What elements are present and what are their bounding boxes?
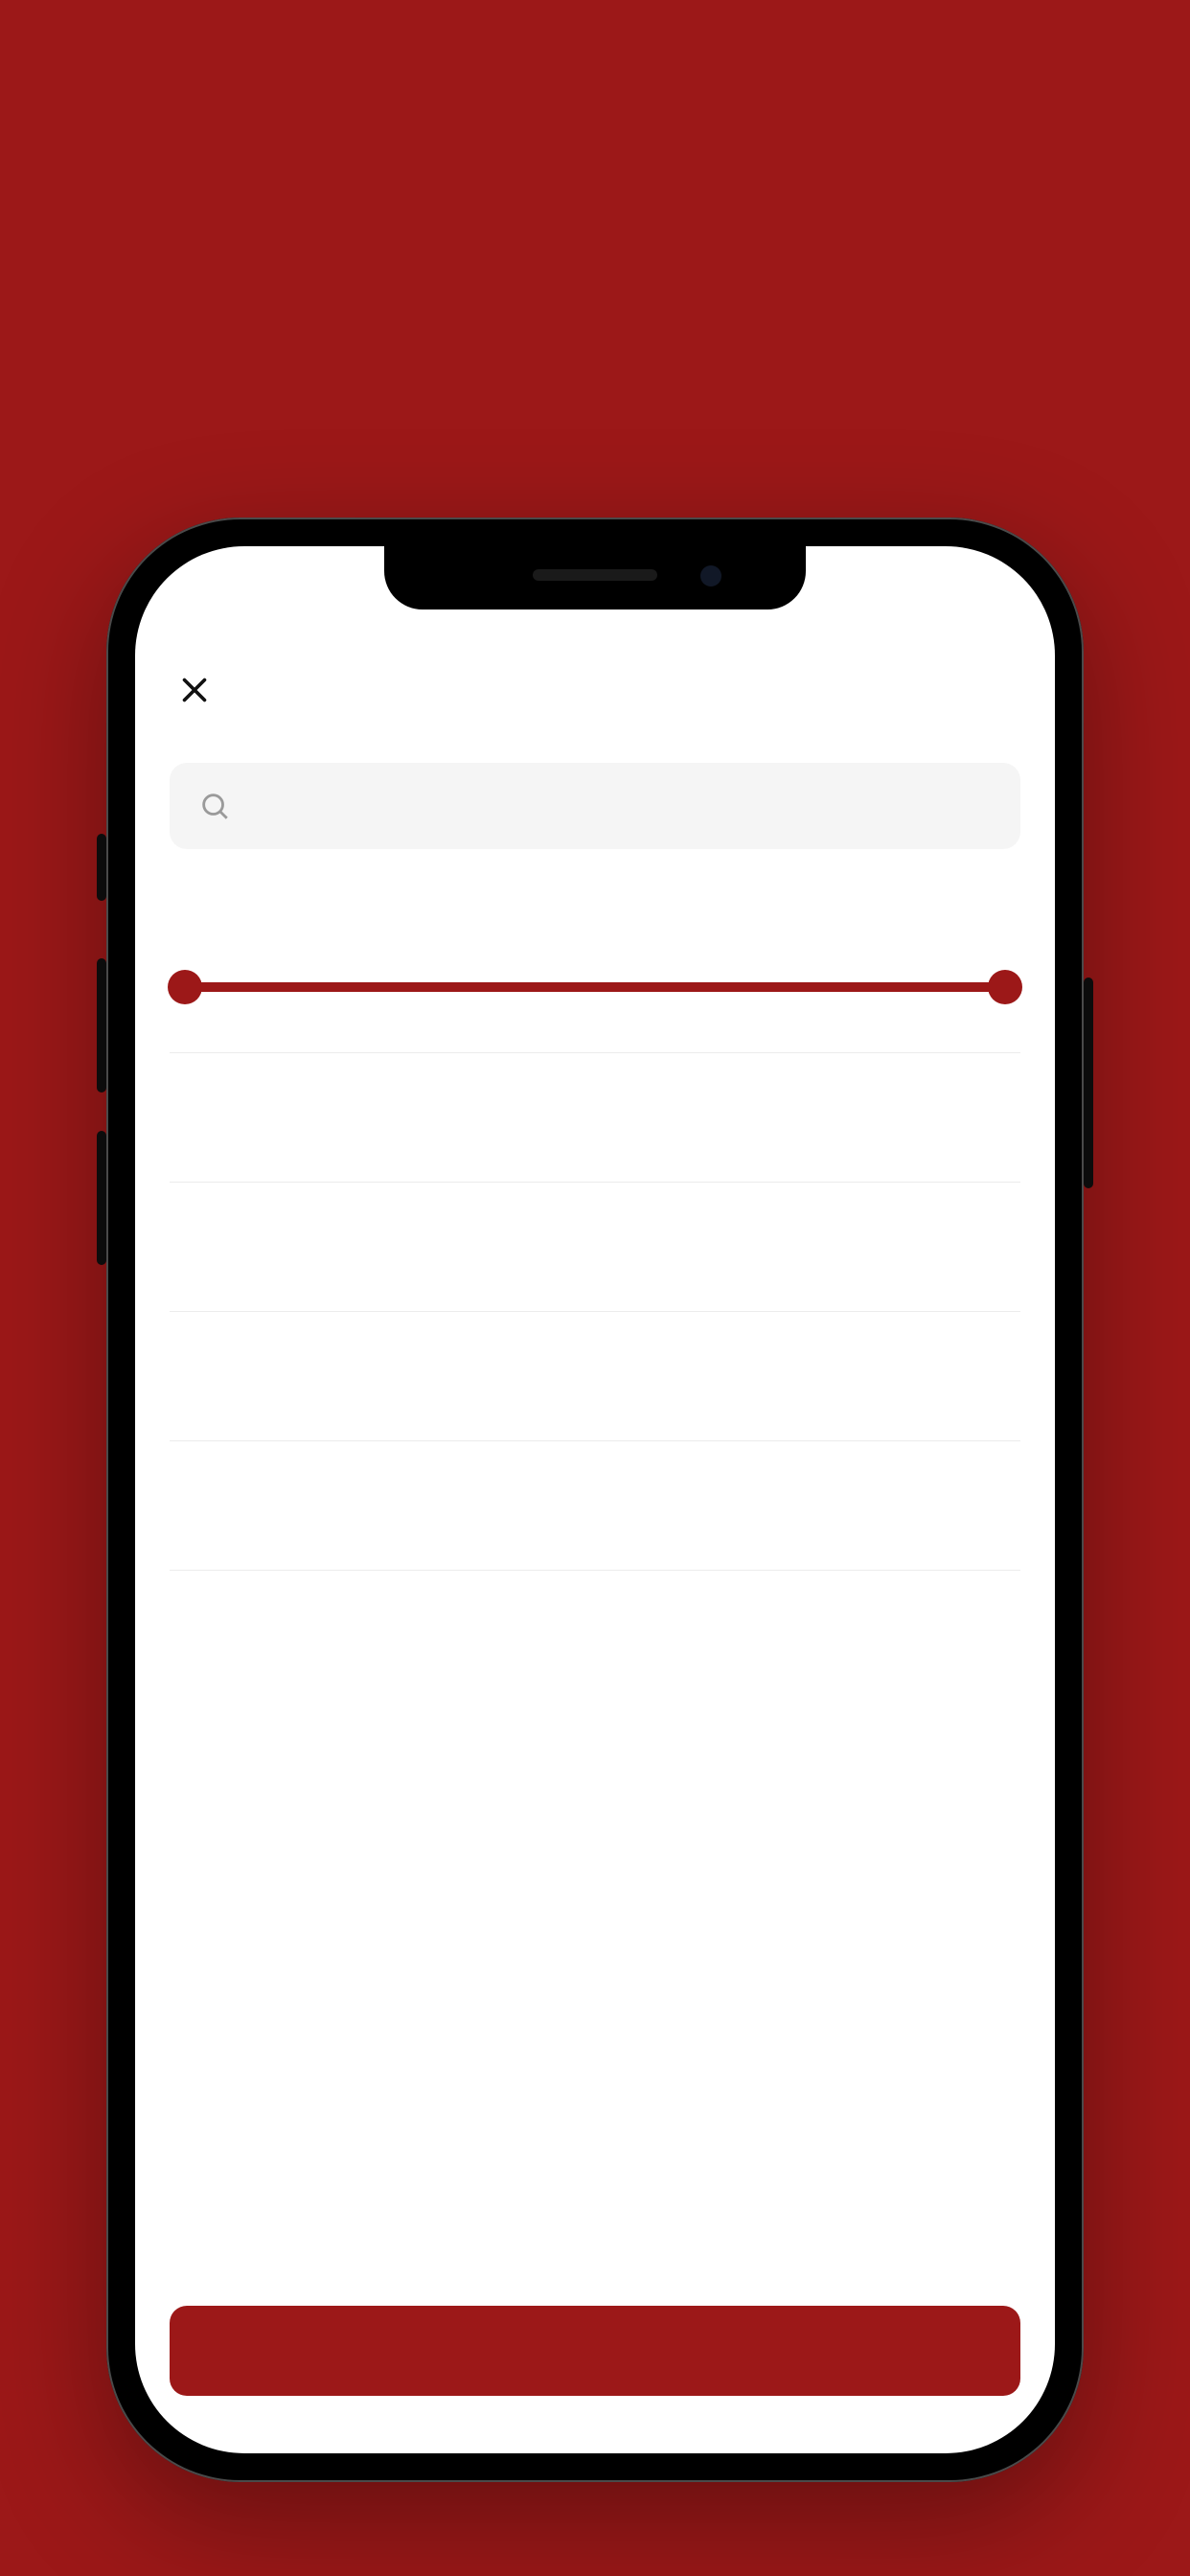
- phone-silence-switch: [97, 834, 106, 901]
- phone-power-button: [1084, 978, 1093, 1188]
- page-title: [0, 0, 1190, 153]
- section-breaking-capacity: [170, 1441, 1020, 1571]
- phone-mock: [106, 518, 1084, 2482]
- slider-handle-max[interactable]: [988, 970, 1022, 1004]
- phone-volume-down: [97, 1131, 106, 1265]
- search-icon: [198, 790, 231, 822]
- phone-volume-up: [97, 958, 106, 1092]
- close-button[interactable]: [173, 669, 216, 711]
- search-field[interactable]: [170, 763, 1020, 849]
- close-icon: [177, 673, 212, 707]
- slider-handle-min[interactable]: [168, 970, 202, 1004]
- section-total-poles: [170, 1571, 1020, 1732]
- section-voltage-type: [170, 1053, 1020, 1183]
- modal-header: [170, 652, 1020, 728]
- price-slider[interactable]: [170, 968, 1020, 1006]
- section-trip-curve: [170, 1312, 1020, 1441]
- slider-track: [185, 982, 1005, 992]
- section-price: [170, 849, 1020, 1053]
- phone-notch: [384, 546, 806, 610]
- show-results-button[interactable]: [170, 2306, 1020, 2396]
- search-input[interactable]: [252, 788, 992, 825]
- section-rated-current: [170, 1183, 1020, 1312]
